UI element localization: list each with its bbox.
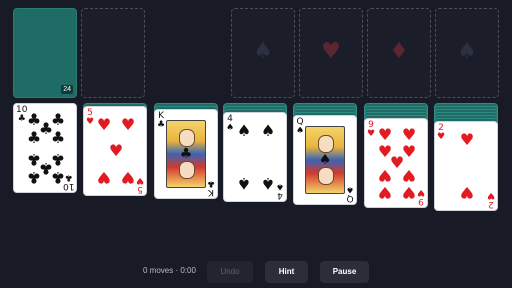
spade-icon: ♠ — [253, 39, 273, 64]
heart-icon: ♥ — [416, 187, 425, 197]
heart-icon: ♥ — [437, 132, 446, 142]
heart-icon: ♥ — [459, 183, 475, 202]
club-icon: ♣ — [50, 168, 66, 187]
heart-icon: ♥ — [96, 168, 112, 187]
card-corner-top: 2 ♥ — [437, 124, 445, 142]
spade-icon: ♠ — [296, 126, 305, 136]
heart-icon: ♥ — [401, 166, 417, 185]
heart-icon: ♥ — [367, 129, 376, 139]
card-corner-bottom: 4 ♠ — [275, 181, 284, 200]
foundation-1[interactable]: ♠ — [231, 8, 295, 98]
heart-icon: ♥ — [108, 141, 124, 160]
heart-icon: ♥ — [135, 175, 144, 185]
spade-icon: ♠ — [236, 121, 252, 140]
card-rank: 2 — [488, 199, 494, 209]
card-corner-bottom: 5 ♥ — [135, 175, 144, 194]
spade-icon: ♠ — [457, 39, 477, 64]
heart-icon: ♥ — [321, 39, 341, 64]
face-up-card[interactable]: K ♣ K ♣ ♣ — [154, 109, 218, 199]
card-corner-top: K ♣ — [157, 112, 165, 130]
undo-button[interactable]: Undo — [207, 261, 253, 283]
hint-button[interactable]: Hint — [265, 261, 308, 283]
heart-icon: ♥ — [377, 125, 393, 144]
court-face-icon — [179, 161, 195, 179]
face-up-card[interactable]: 10 ♣ 10 ♣ ♣ ♣ ♣ ♣ ♣ ♣ ♣ ♣ ♣ ♣ — [13, 103, 77, 193]
club-icon: ♣ — [206, 178, 215, 188]
card-corner-bottom: K ♣ — [206, 178, 215, 197]
heart-icon: ♥ — [459, 130, 475, 149]
foundation-2[interactable]: ♥ — [299, 8, 363, 98]
pause-button[interactable]: Pause — [320, 261, 369, 283]
card-rank: Q — [346, 193, 354, 203]
stock-count-badge: 24 — [61, 85, 73, 94]
face-up-card[interactable]: Q ♠ Q ♠ ♠ — [293, 115, 357, 205]
heart-icon: ♥ — [377, 183, 393, 202]
spade-icon: ♠ — [260, 174, 276, 193]
card-corner-bottom: Q ♠ — [345, 184, 354, 203]
spade-icon: ♠ — [275, 181, 284, 191]
court-card-figure: ♣ — [166, 120, 206, 188]
heart-icon: ♥ — [377, 166, 393, 185]
card-corner-top: 4 ♠ — [226, 115, 234, 133]
foundation-4[interactable]: ♠ — [435, 8, 499, 98]
heart-icon: ♥ — [401, 183, 417, 202]
waste-pile[interactable] — [81, 8, 145, 98]
solitaire-board: 24 ♠ ♥ ♦ ♠ 10 ♣ 10 ♣ ♣ ♣ ♣ ♣ ♣ ♣ ♣ ♣ ♣ ♣ 5 ♥ 5 ♥ ♥ ♥ ♥ ♥ ♥ K ♣ K ♣… — [0, 0, 512, 288]
court-face-icon — [318, 135, 334, 153]
move-timer-status: 0 moves · 0:00 — [143, 266, 196, 275]
club-icon: ♣ — [26, 168, 42, 187]
court-face-icon — [318, 167, 334, 185]
face-up-card[interactable]: 9 ♥ 9 ♥ ♥ ♥ ♥ ♥ ♥ ♥ ♥ ♥ ♥ — [364, 118, 428, 208]
card-corner-top: 9 ♥ — [367, 121, 375, 139]
card-rank: 4 — [277, 190, 283, 200]
card-corner-top: 5 ♥ — [86, 109, 94, 127]
court-face-icon — [179, 129, 195, 147]
face-up-card[interactable]: 4 ♠ 4 ♠ ♠ ♠ ♠ ♠ — [223, 112, 287, 202]
heart-icon: ♥ — [96, 115, 112, 134]
court-card-figure: ♠ — [305, 126, 345, 194]
club-icon: ♣ — [157, 120, 166, 130]
club-icon: ♣ — [26, 128, 42, 147]
face-up-card[interactable]: 5 ♥ 5 ♥ ♥ ♥ ♥ ♥ ♥ — [83, 106, 147, 196]
face-up-card[interactable]: 2 ♥ 2 ♥ ♥ ♥ — [434, 121, 498, 211]
diamond-icon: ♦ — [389, 39, 409, 64]
spade-icon: ♠ — [318, 152, 332, 168]
heart-icon: ♥ — [86, 117, 95, 127]
spade-icon: ♠ — [236, 174, 252, 193]
heart-icon: ♥ — [401, 125, 417, 144]
club-icon: ♣ — [50, 128, 66, 147]
spade-icon: ♠ — [345, 184, 354, 194]
foundation-3[interactable]: ♦ — [367, 8, 431, 98]
stock-pile[interactable]: 24 — [13, 8, 77, 98]
card-corner-bottom: 9 ♥ — [416, 187, 425, 206]
card-rank: 5 — [137, 184, 143, 194]
card-corner-top: Q ♠ — [296, 118, 304, 136]
club-icon: ♣ — [179, 146, 193, 162]
spade-icon: ♠ — [260, 121, 276, 140]
card-corner-bottom: 2 ♥ — [486, 190, 495, 209]
heart-icon: ♥ — [486, 190, 495, 200]
card-rank: K — [208, 187, 214, 197]
spade-icon: ♠ — [226, 123, 235, 133]
card-rank: 9 — [418, 196, 424, 206]
heart-icon: ♥ — [120, 168, 136, 187]
heart-icon: ♥ — [120, 115, 136, 134]
